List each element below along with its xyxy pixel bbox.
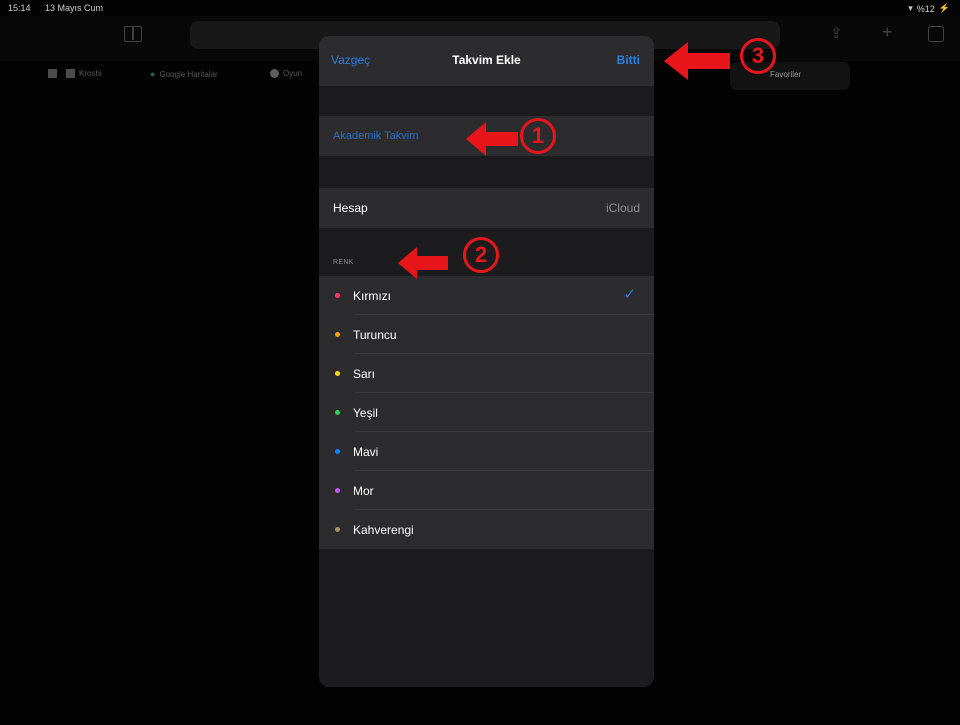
color-dot-icon [335,371,340,376]
annotation-arrow-3 [664,42,730,80]
bookmark-label: Oyun [283,69,303,78]
color-dot-icon [335,488,340,493]
color-dot-icon [335,527,340,532]
status-right: ▾ %12 ⚡ [908,3,950,14]
color-option-label: Mavi [353,445,379,459]
bookmarks-book-icon[interactable] [124,26,142,42]
bookmark-label: Google Haritalar [159,69,218,79]
color-option[interactable]: Mor [319,471,654,510]
color-dot-icon [335,293,340,298]
color-option[interactable]: Turuncu [319,315,654,354]
bookmark-item[interactable]: Kroshi [66,69,102,78]
color-option[interactable]: Yeşil [319,393,654,432]
color-dot-icon [335,332,340,337]
annotation-number-1: 1 [520,118,556,154]
color-dot-icon [335,449,340,454]
favorites-label: Favoriler [770,70,802,79]
annotation-arrow-1 [466,122,518,156]
color-list: Kırmızı ✓ Turuncu Sarı Yeşil Mavi Mor Kahvereng… [319,276,654,549]
bookmark-item[interactable] [48,69,57,78]
checkmark-icon: ✓ [623,286,636,303]
account-label: Hesap [333,201,368,215]
share-icon[interactable]: ⇪ [830,24,843,42]
color-section-header: RENK [333,259,354,266]
bookmark-circle-icon [270,69,279,78]
color-option-label: Mor [353,484,374,498]
battery-percent: %12 [916,3,935,14]
color-option-label: Kahverengi [353,523,414,537]
tabs-overview-icon[interactable] [928,26,944,42]
color-option[interactable]: Sarı [319,354,654,393]
map-pin-icon: ● [150,69,156,79]
bookmark-item[interactable]: ● Google Haritalar [150,69,218,79]
bookmark-square-icon [48,69,57,78]
color-option-label: Turuncu [353,328,397,342]
sheet-title: Takvim Ekle [452,53,521,67]
color-dot-icon [335,410,340,415]
done-button[interactable]: Bitti [617,53,640,67]
ipad-screen: 15:14 13 Mayıs Cum ▾ %12 ⚡ ⇪ + Kroshi ● … [0,0,960,725]
annotation-arrow-2 [398,247,448,279]
battery-icon: ⚡ [938,3,950,13]
color-option[interactable]: Mavi [319,432,654,471]
color-option-label: Kırmızı [353,289,391,303]
color-option-label: Yeşil [353,406,378,420]
wifi-icon: ▾ [908,3,913,13]
calendar-name-value: Akademik Takvim [333,130,419,142]
bookmark-label: Kroshi [79,69,102,78]
color-option[interactable]: Kırmızı ✓ [319,276,654,315]
new-tab-icon[interactable]: + [882,22,893,43]
sheet-navbar: Vazgeç Takvim Ekle Bitti [319,36,654,86]
color-option[interactable]: Kahverengi [319,510,654,549]
account-row[interactable]: Hesap iCloud [319,188,654,228]
bookmark-square-icon [66,69,75,78]
status-date: 13 Mayıs Cum [45,3,104,13]
annotation-number-3: 3 [740,38,776,74]
status-time: 15:14 [8,3,31,13]
account-value: iCloud [605,201,640,215]
bookmark-item[interactable]: Oyun [270,69,302,78]
status-bar: 15:14 13 Mayıs Cum ▾ %12 ⚡ [0,0,960,16]
annotation-number-2: 2 [463,237,499,273]
color-option-label: Sarı [353,367,376,381]
